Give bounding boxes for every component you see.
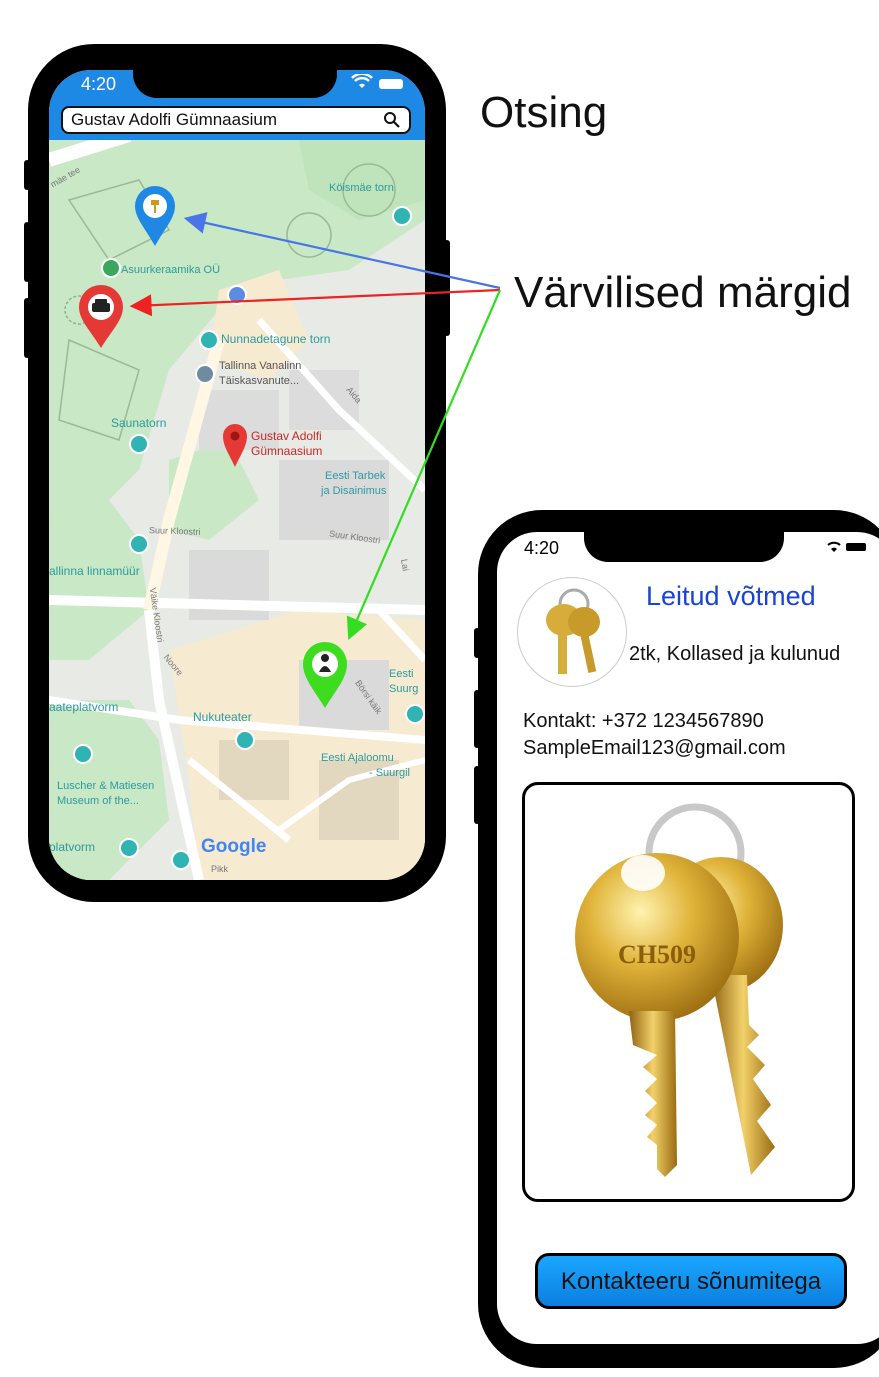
marker-blue-key[interactable] <box>133 184 177 248</box>
map-poi-icon[interactable] <box>129 534 149 554</box>
search-bar[interactable] <box>61 106 411 134</box>
annotation-search-label: Otsing <box>480 88 608 137</box>
map-poi-icon[interactable] <box>171 850 191 870</box>
wifi-icon <box>826 540 870 557</box>
battery-icon <box>846 543 866 551</box>
phone-volume-down-button <box>24 298 30 358</box>
google-logo: Google <box>201 836 267 857</box>
key-engraving: CH509 <box>618 940 696 969</box>
phone-side-button <box>474 628 480 658</box>
phone-volume-up-button <box>474 690 480 748</box>
map-label-asuurkeraamika: Asuurkeraamika OÜ <box>121 264 221 276</box>
person-icon <box>321 654 329 662</box>
status-time: 4:20 <box>81 74 117 94</box>
contact-info: Kontakt: +372 1234567890 SampleEmail123@… <box>523 708 786 762</box>
map-label-eesti-suurg-1: Eesti <box>389 668 414 680</box>
search-icon[interactable] <box>383 111 401 134</box>
map-label-taiskasvanute: Täiskasvanute... <box>219 375 300 387</box>
school-icon[interactable] <box>195 364 215 384</box>
map-label-nunnadetagune: Nunnadetagune torn <box>221 332 331 346</box>
map-poi-icon[interactable] <box>129 434 149 454</box>
map-poi-icon[interactable] <box>199 330 219 350</box>
map-label-saunatorn: Saunatorn <box>111 416 167 430</box>
street-label: Pikk <box>211 864 229 874</box>
item-photo: CH509 <box>522 782 855 1202</box>
map-label-koismae: Köismäe torn <box>329 182 394 194</box>
map-poi-icon[interactable] <box>73 744 93 764</box>
phone-power-button <box>444 240 450 336</box>
map-view[interactable]: Köismäe torn Asuurkeraamika OÜ Nunnadeta… <box>49 140 425 880</box>
search-input[interactable] <box>71 110 371 130</box>
map-label-platvorm: platvorm <box>49 840 96 854</box>
map-poi-icon[interactable] <box>227 285 247 305</box>
phone-volume-down-button <box>474 766 480 824</box>
map-label-vaateplatvorm: aateplatvorm <box>49 700 119 714</box>
map-label-tallinna-vanalinn: Tallinna Vanalinn <box>219 360 302 372</box>
status-time: 4:20 <box>524 538 560 558</box>
map-label-gustav-2: Gümnaasium <box>251 444 323 458</box>
map-poi-icon[interactable] <box>392 206 412 226</box>
street-label: Suur Kloostri <box>148 525 201 537</box>
map-poi-icon[interactable] <box>119 838 139 858</box>
map-label-eesti-ajaloo-1: Eesti Ajaloomu <box>321 752 394 764</box>
map-label-gustav-1: Gustav Adolfi <box>251 429 322 443</box>
item-thumbnail <box>517 577 627 687</box>
battery-icon <box>379 79 403 89</box>
contact-phone: Kontakt: +372 1234567890 <box>523 710 764 732</box>
item-title: Leitud võtmed <box>646 581 816 611</box>
shop-icon[interactable] <box>101 258 121 278</box>
street-label: Lai <box>399 558 411 572</box>
marker-red-location[interactable] <box>221 422 249 468</box>
marker-red-car[interactable] <box>77 284 125 350</box>
phone-notch <box>584 524 784 562</box>
map-label-eesti-ajaloo-2: - Suurgil <box>369 767 410 779</box>
annotation-markers-label: Värvilised märgid <box>514 268 852 317</box>
phone-volume-up-button <box>24 222 30 282</box>
map-label-linnamuur: allinna linnamüür <box>49 564 140 578</box>
map-label-luscher-2: Museum of the... <box>57 795 139 807</box>
map-label-eesti-tarbekunsti-2: ja Disainimus <box>321 485 387 497</box>
map-poi-icon[interactable] <box>405 704 425 724</box>
phone-notch <box>133 62 337 98</box>
map-label-luscher-1: Luscher & Matiesen <box>57 780 155 792</box>
contact-email: SampleEmail123@gmail.com <box>523 737 786 759</box>
map-poi-icon[interactable] <box>235 730 255 750</box>
map-label-eesti-suurg-2: Suurg <box>389 683 419 695</box>
marker-green-person[interactable] <box>301 640 349 710</box>
map-label-eesti-tarbekunsti-1: Eesti Tarbek <box>325 470 386 482</box>
map-screen: 4:20 Gustav Adolfi Gümnaasium Köismäe to… <box>49 70 425 880</box>
map-label-nukuteater: Nukuteater <box>193 710 252 724</box>
phone-side-button <box>24 160 30 190</box>
contact-message-button[interactable]: Kontakteeru sõnumitega <box>535 1253 847 1309</box>
item-description: 2tk, Kollased ja kulunud <box>629 643 841 665</box>
wifi-icon <box>351 72 373 95</box>
car-icon <box>92 303 110 312</box>
